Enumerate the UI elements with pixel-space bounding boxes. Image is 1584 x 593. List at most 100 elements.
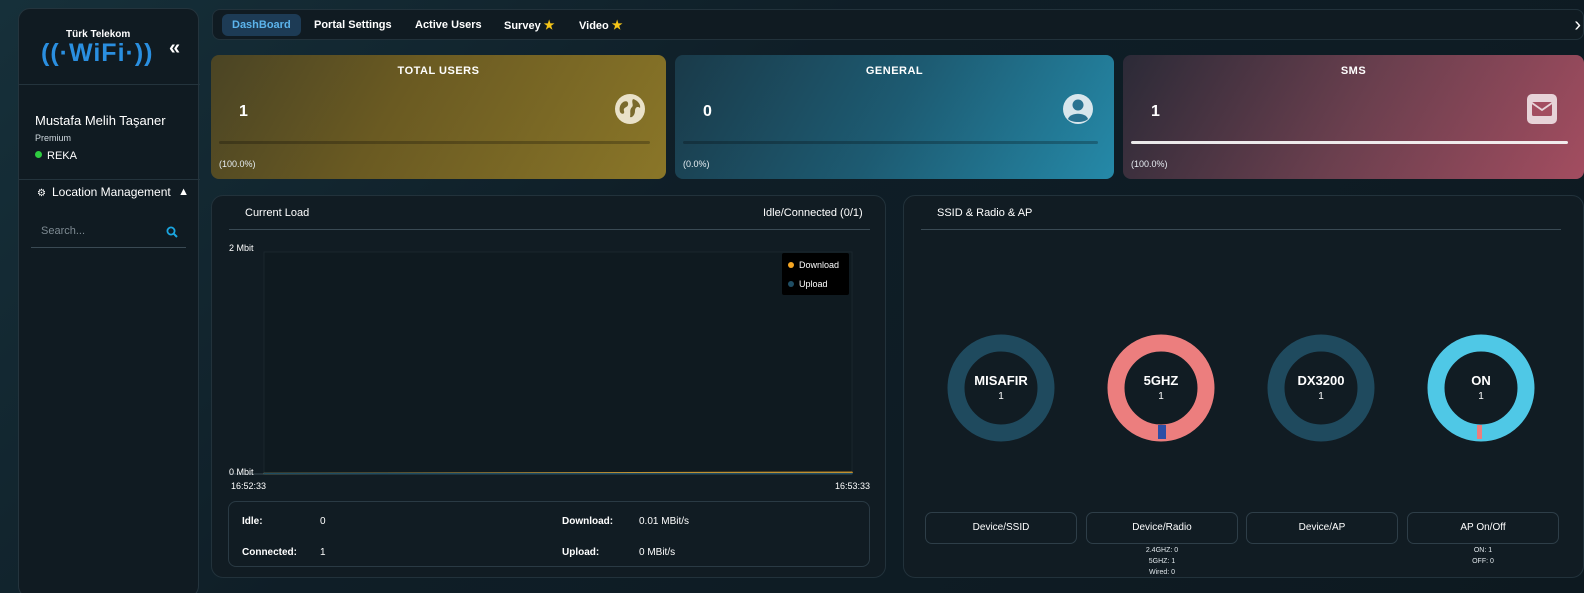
device-ap-button[interactable]: Device/AP	[1246, 512, 1398, 544]
download-value: 0.01 MBit/s	[639, 516, 690, 527]
total-users-card: TOTAL USERS 1 (100.0%)	[211, 55, 666, 179]
donut-5ghz[interactable]	[1107, 334, 1215, 442]
star-icon: ★	[543, 18, 555, 32]
radio-5ghz: 5GHZ: 1	[1148, 558, 1176, 565]
card-percent: (0.0%)	[683, 159, 710, 169]
user-circle-icon	[1063, 94, 1093, 124]
upload-value: 0 MBit/s	[639, 547, 676, 558]
online-status-dot-icon	[35, 151, 42, 158]
chevron-right-icon[interactable]: ›	[1574, 14, 1581, 37]
tab-label: Survey	[504, 20, 541, 32]
idle-value: 0	[320, 516, 326, 527]
tab-label: DashBoard	[232, 19, 291, 31]
donut-count: 1	[1478, 391, 1484, 402]
tab-portal-settings[interactable]: Portal Settings	[304, 14, 402, 36]
sms-card: SMS 1 (100.0%)	[1123, 55, 1584, 179]
user-name: Mustafa Melih Taşaner	[35, 113, 166, 128]
card-title: TOTAL USERS	[397, 65, 480, 77]
card-value: 1	[239, 103, 248, 120]
load-stats: Idle: 0 Connected: 1 Download: 0.01 MBit…	[228, 501, 870, 567]
divider	[921, 229, 1561, 230]
radio-breakdown: 2.4GHZ: 0 5GHZ: 1 Wired: 0	[1086, 545, 1238, 578]
connected-value: 1	[320, 547, 326, 558]
card-title: GENERAL	[865, 65, 924, 77]
ap-off-count: OFF: 0	[1472, 558, 1494, 565]
location-management-toggle[interactable]: ⚙ Location Management ▲	[37, 185, 197, 205]
search-icon[interactable]	[166, 226, 178, 238]
progress-bar	[683, 141, 1098, 144]
device-ssid-button[interactable]: Device/SSID	[925, 512, 1077, 544]
ap-onoff-button[interactable]: AP On/Off	[1407, 512, 1559, 544]
star-icon: ★	[611, 18, 623, 32]
y-tick-label: 2 Mbit	[229, 243, 254, 253]
tab-dashboard[interactable]: DashBoard	[222, 14, 301, 36]
envelope-icon	[1527, 94, 1557, 124]
globe-icon	[615, 94, 645, 124]
brand-wifi-text: ((·WiFi·))	[41, 39, 154, 67]
ap-on-count: ON: 1	[1473, 547, 1493, 554]
user-profile: Mustafa Melih Taşaner Premium REKA	[19, 85, 200, 180]
upload-label: Upload:	[562, 547, 600, 558]
tab-label: Active Users	[415, 19, 482, 31]
donut-count: 1	[1318, 391, 1324, 402]
cogs-icon: ⚙	[37, 188, 46, 199]
donut-count: 1	[998, 391, 1004, 402]
data-point-upload	[851, 472, 853, 475]
legend-item-download[interactable]: Download	[788, 260, 839, 270]
donut-misafir[interactable]	[947, 334, 1055, 442]
progress-bar-fill	[1131, 141, 1568, 144]
user-location[interactable]: REKA	[35, 150, 77, 162]
device-radio-button[interactable]: Device/Radio	[1086, 512, 1238, 544]
tab-label: Portal Settings	[314, 19, 392, 31]
brand-logo: Türk Telekom ((·WiFi·)) «	[19, 9, 200, 85]
donut-label: DX3200	[1297, 373, 1345, 388]
ssid-radio-ap-panel: SSID & Radio & AP MISAFIR 1 5GHZ 1 DX320…	[903, 195, 1584, 578]
general-card: GENERAL 0 (0.0%)	[675, 55, 1114, 179]
connected-label: Connected:	[242, 547, 297, 558]
data-point-upload	[263, 472, 265, 475]
top-navigation: DashBoard Portal Settings Active Users S…	[212, 9, 1584, 40]
legend-label: Download	[799, 260, 840, 270]
card-percent: (100.0%)	[219, 159, 256, 169]
donut-count: 1	[1158, 391, 1164, 402]
plot-area	[263, 251, 853, 475]
tab-label: Video	[579, 20, 609, 32]
current-load-panel: Current Load Idle/Connected (0/1) 2 Mbit…	[211, 195, 886, 578]
tab-active-users[interactable]: Active Users	[405, 14, 492, 36]
collapse-sidebar-icon[interactable]: «	[169, 37, 191, 59]
chevron-up-icon: ▲	[178, 186, 189, 198]
card-value: 1	[1151, 103, 1160, 120]
radio-2-4ghz: 2.4GHZ: 0	[1145, 547, 1179, 554]
card-percent: (100.0%)	[1131, 159, 1168, 169]
current-load-chart: 2 Mbit 0 Mbit 16:52:33 16:53:33	[229, 243, 870, 491]
legend-swatch	[788, 281, 794, 287]
legend-item-upload[interactable]: Upload	[788, 279, 828, 289]
idle-label: Idle:	[242, 516, 263, 527]
donut-label: MISAFIR	[974, 373, 1028, 388]
sidebar: Türk Telekom ((·WiFi·)) « Mustafa Melih …	[18, 8, 200, 593]
donut-on[interactable]	[1427, 334, 1535, 442]
donut-label: ON	[1471, 373, 1491, 388]
location-management-label: Location Management	[51, 185, 171, 199]
x-tick-label: 16:53:33	[835, 481, 870, 491]
search-input[interactable]	[41, 225, 161, 237]
card-value: 0	[703, 103, 712, 120]
card-title: SMS	[1340, 65, 1367, 77]
location-name: REKA	[47, 150, 77, 162]
location-search	[31, 218, 186, 248]
donut-label: 5GHZ	[1143, 373, 1179, 388]
radio-wired: Wired: 0	[1148, 569, 1176, 576]
tab-video[interactable]: Video ★	[569, 14, 633, 36]
progress-bar	[1131, 141, 1568, 144]
chart-legend: Download Upload	[782, 253, 849, 295]
x-tick-label: 16:52:33	[231, 481, 266, 491]
progress-bar	[219, 141, 650, 144]
download-label: Download:	[562, 516, 614, 527]
tab-survey[interactable]: Survey ★	[494, 14, 564, 36]
donut-dx3200[interactable]	[1267, 334, 1375, 442]
legend-swatch	[788, 262, 794, 268]
ap-onoff-breakdown: ON: 1 OFF: 0	[1407, 545, 1559, 567]
panel-title: SSID & Radio & AP	[937, 207, 1033, 219]
legend-label: Upload	[799, 279, 828, 289]
user-tier: Premium	[35, 133, 72, 143]
